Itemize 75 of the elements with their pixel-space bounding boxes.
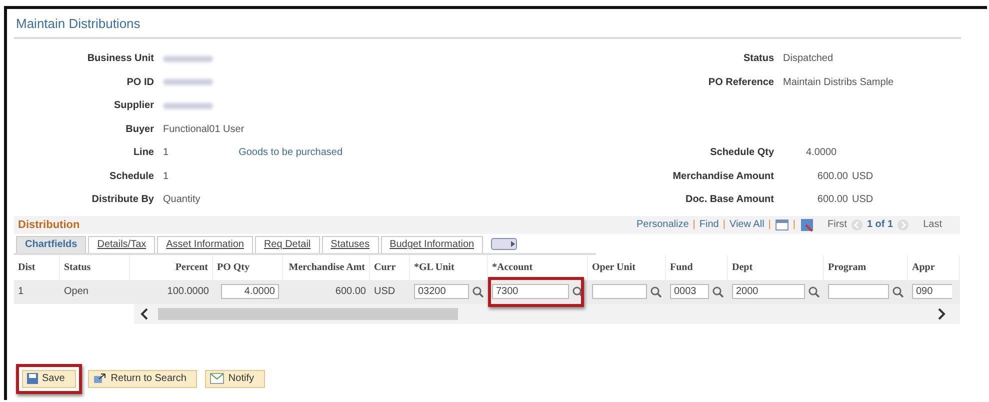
description-link[interactable]: Goods to be purchased [238, 147, 343, 158]
field-value: Dispatched [783, 53, 834, 64]
field-label: Status [742, 53, 774, 64]
pager-label[interactable]: First [828, 219, 847, 230]
tab[interactable]: Statuses [322, 236, 379, 252]
scroll-right-icon[interactable] [936, 308, 946, 320]
field-label: PO Reference [707, 76, 774, 88]
field-label: Schedule [108, 170, 154, 182]
input-field[interactable] [592, 284, 647, 299]
separator: | [722, 219, 726, 230]
currency-code: USD [852, 170, 874, 182]
action-button[interactable]: Save [22, 370, 76, 388]
blurred-value [163, 79, 213, 86]
field-value: Maintain Distribs Sample [783, 76, 895, 88]
arrow-icon [92, 373, 107, 384]
field-label: Business Unit [86, 53, 154, 64]
field-label: Line [132, 147, 154, 158]
grid-link[interactable]: Find [699, 219, 719, 230]
section-title: Distribution [18, 218, 81, 230]
envelope-icon [210, 373, 224, 384]
field-label: Buyer [124, 124, 154, 135]
table-cell-text: 1 [17, 285, 25, 299]
field-value: 1 [163, 170, 169, 182]
scrollbar-thumb[interactable] [158, 308, 458, 320]
search-icon[interactable] [650, 286, 662, 298]
scroll-left-icon[interactable] [140, 308, 150, 320]
blurred-value [163, 102, 213, 109]
field-value: 600.00 [816, 170, 848, 182]
tab[interactable]: Asset Information [157, 236, 253, 252]
table-cell-text: 100.0000 [166, 285, 210, 299]
input-field[interactable]: 03200 [414, 284, 469, 299]
row-count: 1 of 1 [866, 219, 894, 230]
grid-link[interactable]: Personalize [636, 219, 689, 230]
search-icon[interactable] [712, 286, 724, 298]
field-value: 4.0000 [805, 147, 838, 158]
input-field[interactable] [828, 284, 889, 299]
tab[interactable]: Chartfields [16, 236, 86, 252]
field-label: Supplier [112, 100, 154, 112]
horizontal-scrollbar[interactable] [134, 304, 960, 324]
tab[interactable]: Budget Information [380, 236, 484, 252]
window-icon[interactable] [774, 218, 789, 230]
input-field[interactable]: 0003 [670, 284, 709, 299]
page-title: Maintain Distributions [16, 16, 140, 31]
field-label: Distribute By [90, 194, 154, 206]
field-label: Doc. Base Amount [684, 194, 774, 206]
field-value: Functional01 User [163, 124, 244, 135]
table-cell-text: USD [373, 285, 396, 299]
search-icon[interactable] [892, 286, 904, 298]
input-field[interactable]: 2000 [732, 284, 805, 299]
table-cell-text: Open [63, 285, 90, 299]
tab[interactable]: Req Detail [254, 236, 320, 252]
grid-link[interactable]: View All [729, 219, 764, 230]
tab[interactable]: Details/Tax [88, 236, 156, 252]
input-field[interactable]: 4.0000 [221, 284, 279, 299]
action-button[interactable]: Return to Search [88, 370, 198, 388]
search-icon[interactable] [472, 286, 484, 298]
input-field[interactable]: 7300 [492, 284, 569, 299]
separator: | [692, 219, 696, 230]
blurred-value [163, 56, 213, 62]
field-label: Merchandise Amount [672, 170, 774, 182]
search-icon[interactable] [808, 286, 820, 298]
separator: | [768, 219, 771, 230]
currency-code: USD [852, 194, 874, 206]
table-cell-text: 600.00 [334, 285, 367, 299]
spreadsheet-icon[interactable] [800, 218, 814, 232]
separator: | [792, 219, 796, 230]
more-tabs-icon[interactable] [491, 238, 518, 250]
field-value: Quantity [163, 194, 200, 206]
input-field[interactable]: 090 [912, 284, 952, 299]
pager-label[interactable]: Last [923, 219, 942, 230]
action-button[interactable]: Notify [205, 370, 265, 388]
field-value: 1 [163, 147, 169, 158]
field-value: 600.00 [816, 194, 848, 206]
field-label: PO ID [126, 76, 154, 88]
field-label: Schedule Qty [709, 147, 774, 158]
